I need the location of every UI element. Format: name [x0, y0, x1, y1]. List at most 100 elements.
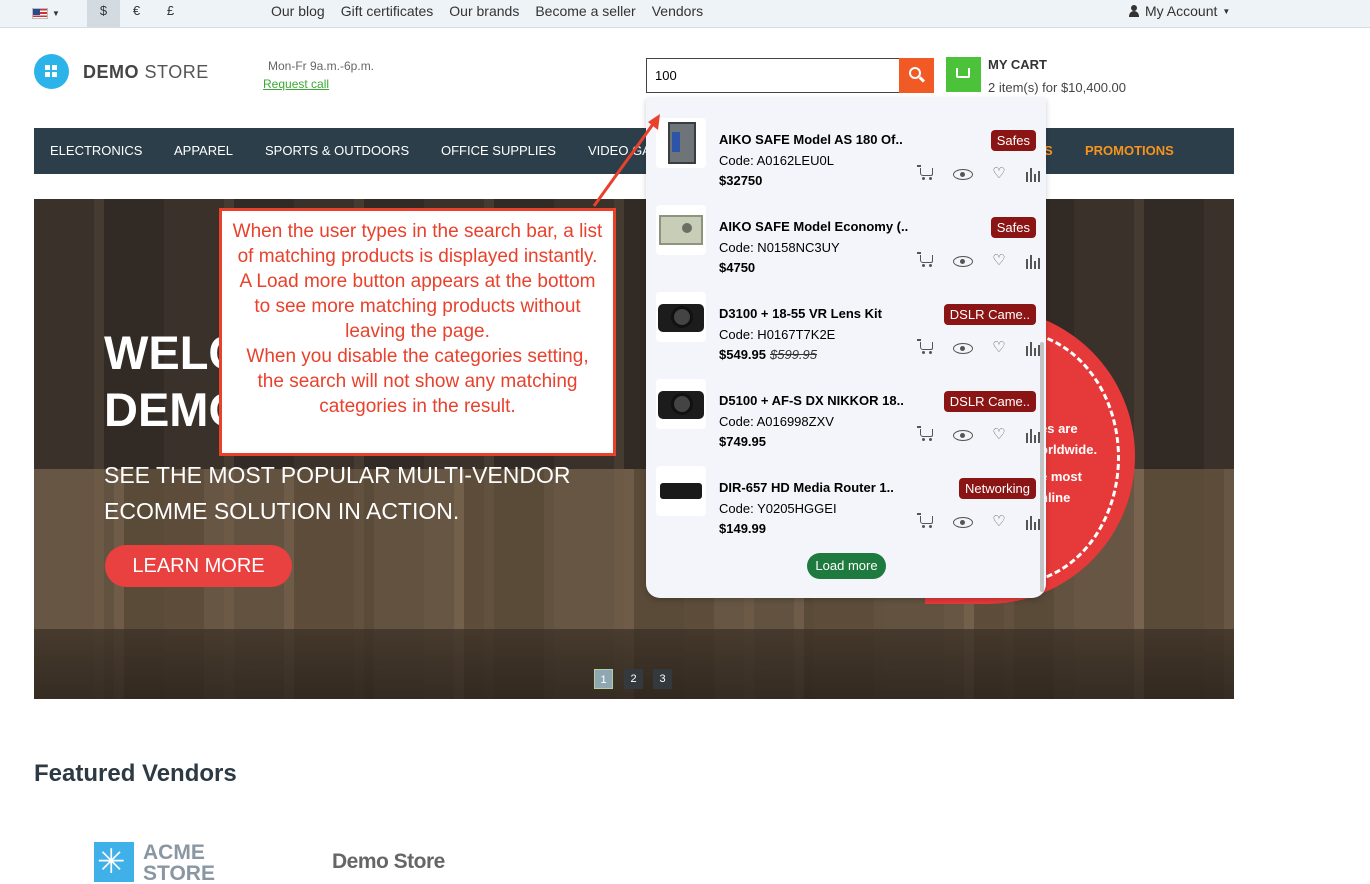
slide-page-2[interactable]: 2 [624, 669, 643, 689]
quick-view-icon[interactable] [952, 166, 974, 182]
product-thumbnail[interactable] [656, 379, 706, 429]
link-gift-certificates[interactable]: Gift certificates [341, 3, 434, 19]
add-to-cart-icon[interactable] [917, 252, 936, 269]
promo-circle-line-3: e most [1040, 469, 1082, 484]
product-actions: ♡ [917, 513, 1042, 530]
flag-us-icon [32, 7, 48, 19]
link-blog[interactable]: Our blog [271, 3, 325, 19]
user-icon [1128, 5, 1140, 17]
category-badge[interactable]: Safes [990, 130, 1036, 151]
search-result-item[interactable]: AIKO SAFE Model Economy (.. Code: N0158N… [646, 197, 1040, 284]
banner-subheading: SEE THE MOST POPULAR MULTI-VENDOR ECOMME… [104, 462, 571, 524]
category-badge[interactable]: Safes [990, 217, 1036, 238]
caret-down-icon: ▼ [1222, 6, 1231, 16]
compare-icon[interactable] [1024, 514, 1042, 530]
product-actions: ♡ [917, 339, 1042, 356]
search-button[interactable] [899, 58, 934, 93]
wishlist-icon[interactable]: ♡ [990, 166, 1008, 182]
category-badge[interactable]: DSLR Came.. [943, 304, 1036, 325]
wishlist-icon[interactable]: ♡ [990, 427, 1008, 443]
product-name[interactable]: D3100 + 18-55 VR Lens Kit [719, 306, 882, 321]
product-thumbnail[interactable] [656, 205, 706, 255]
category-badge[interactable]: DSLR Came.. [943, 391, 1036, 412]
add-to-cart-icon[interactable] [917, 426, 936, 443]
link-become-seller[interactable]: Become a seller [535, 3, 635, 19]
my-account-label: My Account [1145, 3, 1218, 19]
currency-usd[interactable]: $ [87, 0, 120, 27]
product-name[interactable]: D5100 + AF-S DX NIKKOR 18.. [719, 393, 904, 408]
cart-title[interactable]: MY CART [988, 57, 1047, 72]
nav-electronics[interactable]: ELECTRONICS [50, 143, 142, 158]
search-results-dropdown: AIKO SAFE Model AS 180 Of.. Code: A0162L… [646, 98, 1046, 598]
compare-icon[interactable] [1024, 253, 1042, 269]
compare-icon[interactable] [1024, 427, 1042, 443]
results-scrollbar[interactable] [1040, 342, 1044, 592]
product-price: $749.95 [719, 434, 766, 449]
link-brands[interactable]: Our brands [449, 3, 519, 19]
wishlist-icon[interactable]: ♡ [990, 253, 1008, 269]
request-call-link[interactable]: Request call [263, 77, 329, 91]
store-logo-text[interactable]: DEMO STORE [83, 62, 209, 83]
cart-icon [956, 68, 970, 78]
wishlist-icon[interactable]: ♡ [990, 514, 1008, 530]
compare-icon[interactable] [1024, 340, 1042, 356]
product-price: $149.99 [719, 521, 766, 536]
nav-apparel[interactable]: APPAREL [174, 143, 233, 158]
business-hours: Mon-Fr 9a.m.-6p.m. [268, 59, 375, 73]
quick-view-icon[interactable] [952, 514, 974, 530]
product-price: $549.95 $599.95 [719, 347, 817, 362]
category-badge[interactable]: Networking [958, 478, 1036, 499]
quick-view-icon[interactable] [952, 340, 974, 356]
quick-view-icon[interactable] [952, 253, 974, 269]
add-to-cart-icon[interactable] [917, 165, 936, 182]
product-code: Code: A016998ZXV [719, 414, 834, 429]
currency-gbp[interactable]: £ [154, 0, 187, 27]
product-code: Code: H0167T7K2E [719, 327, 836, 342]
search-result-item[interactable]: D3100 + 18-55 VR Lens Kit Code: H0167T7K… [646, 284, 1040, 371]
acme-store-logo-text[interactable]: ACME STORE [143, 842, 215, 884]
caret-down-icon: ▼ [52, 8, 60, 18]
nav-sports-outdoors[interactable]: SPORTS & OUTDOORS [265, 143, 409, 158]
price-current: $749.95 [719, 434, 766, 449]
wishlist-icon[interactable]: ♡ [990, 340, 1008, 356]
logo-strong: DEMO [83, 62, 139, 82]
price-current: $32750 [719, 173, 763, 188]
annotation-arrow [592, 114, 660, 207]
add-to-cart-icon[interactable] [917, 513, 936, 530]
currency-eur[interactable]: € [120, 0, 153, 27]
search-input[interactable] [646, 58, 900, 93]
quick-view-icon[interactable] [952, 427, 974, 443]
add-to-cart-icon[interactable] [917, 339, 936, 356]
nav-promotions[interactable]: PROMOTIONS [1085, 143, 1174, 158]
product-thumbnail[interactable] [656, 292, 706, 342]
demo-store-vendor-logo[interactable]: Demo Store [332, 850, 445, 874]
product-name[interactable]: AIKO SAFE Model AS 180 Of.. [719, 132, 903, 147]
product-actions: ♡ [917, 252, 1042, 269]
compare-icon[interactable] [1024, 166, 1042, 182]
product-name[interactable]: DIR-657 HD Media Router 1.. [719, 480, 894, 495]
load-more-button[interactable]: Load more [807, 553, 886, 579]
my-account-menu[interactable]: My Account ▼ [1128, 3, 1230, 19]
product-name[interactable]: AIKO SAFE Model Economy (.. [719, 219, 908, 234]
cart-button[interactable] [946, 57, 981, 92]
language-selector[interactable]: ▼ [32, 3, 74, 23]
price-current: $4750 [719, 260, 756, 275]
price-current: $549.95 [719, 347, 766, 362]
acme-line1: ACME [143, 841, 205, 864]
slide-page-1[interactable]: 1 [594, 669, 613, 689]
top-links: Our blog Gift certificates Our brands Be… [271, 3, 703, 19]
search-result-item[interactable]: DIR-657 HD Media Router 1.. Code: Y0205H… [646, 458, 1040, 545]
price-current: $149.99 [719, 521, 766, 536]
top-bar: ▼ $ € £ Our blog Gift certificates Our b… [0, 0, 1370, 28]
logo-light: STORE [144, 62, 209, 82]
search-result-item[interactable]: AIKO SAFE Model AS 180 Of.. Code: A0162L… [646, 110, 1040, 197]
slide-page-3[interactable]: 3 [653, 669, 672, 689]
store-logo-icon[interactable] [34, 54, 69, 89]
acme-store-logo-icon[interactable] [94, 842, 134, 882]
nav-office-supplies[interactable]: OFFICE SUPPLIES [441, 143, 556, 158]
learn-more-button[interactable]: LEARN MORE [105, 545, 292, 587]
product-thumbnail[interactable] [656, 466, 706, 516]
search-result-item[interactable]: D5100 + AF-S DX NIKKOR 18.. Code: A01699… [646, 371, 1040, 458]
link-vendors[interactable]: Vendors [652, 3, 703, 19]
search-icon [909, 67, 921, 79]
